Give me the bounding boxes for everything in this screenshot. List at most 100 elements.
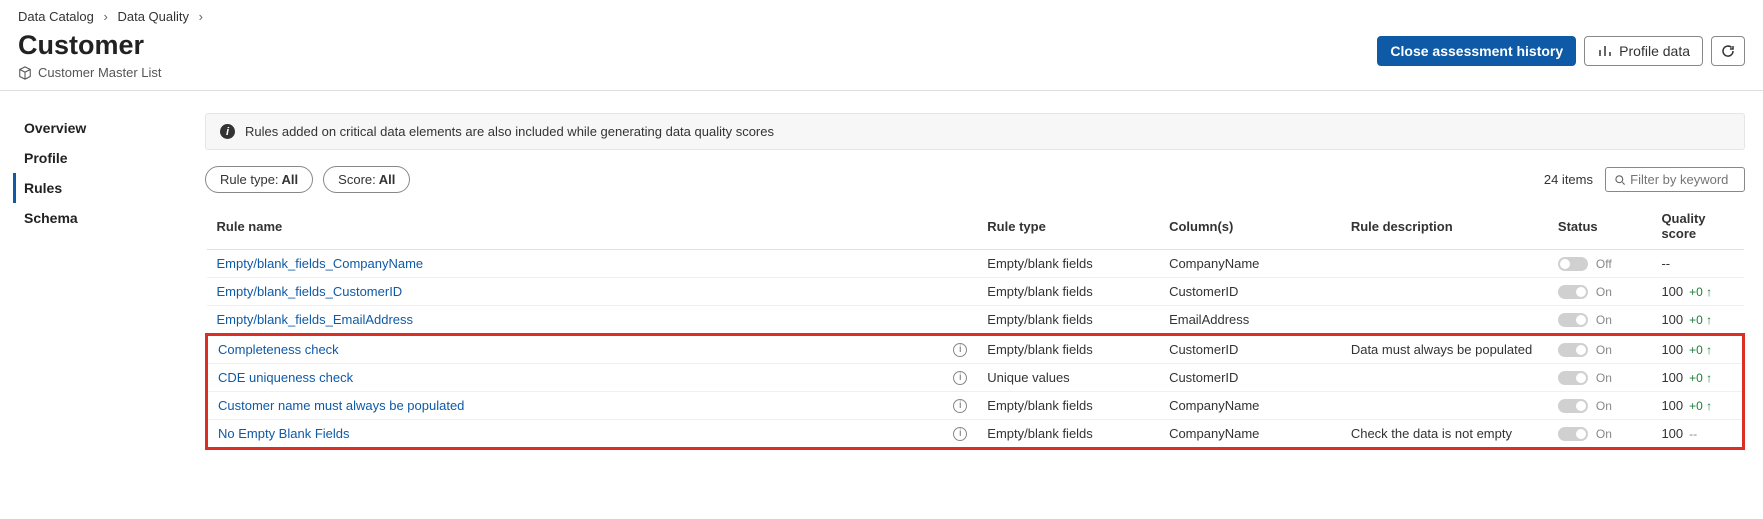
cube-icon	[18, 66, 32, 80]
subtitle: Customer Master List	[38, 65, 162, 80]
nav-item-schema[interactable]: Schema	[24, 203, 205, 233]
col-header-score[interactable]: Quality score	[1651, 203, 1743, 250]
info-bar: i Rules added on critical data elements …	[205, 113, 1745, 150]
score-value: 100	[1661, 370, 1683, 385]
rule-name-link[interactable]: Completeness check	[218, 342, 339, 357]
filter-score-value: All	[379, 172, 396, 187]
score-delta: +0 ↑	[1689, 399, 1712, 413]
rule-type-cell: Empty/blank fields	[977, 278, 1159, 306]
filter-rule-type[interactable]: Rule type: All	[205, 166, 313, 193]
rule-name-link[interactable]: Empty/blank_fields_CompanyName	[217, 256, 424, 271]
rule-name-link[interactable]: Empty/blank_fields_CustomerID	[217, 284, 403, 299]
score-delta: +0 ↑	[1689, 313, 1712, 327]
score-value: 100	[1661, 284, 1683, 299]
table-row: No Empty Blank Fields i Empty/blank fields…	[207, 420, 1744, 449]
score-delta: +0 ↑	[1689, 371, 1712, 385]
status-label: On	[1596, 343, 1612, 357]
description-cell: Data must always be populated	[1341, 335, 1548, 364]
rules-table: Rule name Rule type Column(s) Rule descr…	[205, 203, 1745, 450]
refresh-button[interactable]	[1711, 36, 1745, 66]
columns-cell: CustomerID	[1159, 364, 1341, 392]
status-toggle[interactable]	[1558, 343, 1588, 357]
status-label: On	[1596, 313, 1612, 327]
rule-name-link[interactable]: Empty/blank_fields_EmailAddress	[217, 312, 414, 327]
status-toggle[interactable]	[1558, 427, 1588, 441]
description-cell	[1341, 250, 1548, 278]
breadcrumb: Data Catalog › Data Quality ›	[0, 0, 1763, 24]
status-label: Off	[1596, 257, 1612, 271]
rule-type-cell: Empty/blank fields	[977, 335, 1159, 364]
status-toggle[interactable]	[1558, 313, 1588, 327]
profile-data-button[interactable]: Profile data	[1584, 36, 1703, 66]
status-label: On	[1596, 285, 1612, 299]
col-header-status[interactable]: Status	[1548, 203, 1652, 250]
col-header-description[interactable]: Rule description	[1341, 203, 1548, 250]
rule-name-link[interactable]: Customer name must always be populated	[218, 398, 464, 413]
rule-type-cell: Empty/blank fields	[977, 250, 1159, 278]
rule-type-cell: Empty/blank fields	[977, 306, 1159, 335]
columns-cell: CompanyName	[1159, 392, 1341, 420]
rule-type-cell: Empty/blank fields	[977, 420, 1159, 449]
close-assessment-history-button[interactable]: Close assessment history	[1377, 36, 1576, 66]
filter-score-label: Score:	[338, 172, 376, 187]
score-value: 100	[1661, 342, 1683, 357]
score-value: --	[1661, 256, 1670, 271]
filter-rule-type-label: Rule type:	[220, 172, 279, 187]
description-cell	[1341, 364, 1548, 392]
table-row: Empty/blank_fields_EmailAddress Empty/bla…	[207, 306, 1744, 335]
chevron-right-icon: ›	[199, 9, 203, 24]
info-icon[interactable]: i	[953, 371, 967, 385]
items-count: 24 items	[1544, 172, 1593, 187]
search-input[interactable]	[1630, 172, 1736, 187]
status-label: On	[1596, 427, 1612, 441]
search-box[interactable]	[1605, 167, 1745, 192]
description-cell	[1341, 392, 1548, 420]
col-header-name[interactable]: Rule name	[207, 203, 978, 250]
status-label: On	[1596, 399, 1612, 413]
breadcrumb-item[interactable]: Data Quality	[117, 9, 189, 24]
status-toggle[interactable]	[1558, 371, 1588, 385]
rule-name-link[interactable]: CDE uniqueness check	[218, 370, 353, 385]
nav-item-rules[interactable]: Rules	[13, 173, 205, 203]
col-header-type[interactable]: Rule type	[977, 203, 1159, 250]
refresh-icon	[1720, 43, 1736, 59]
filter-score[interactable]: Score: All	[323, 166, 410, 193]
info-icon[interactable]: i	[953, 427, 967, 441]
table-row: Empty/blank_fields_CustomerID Empty/blank…	[207, 278, 1744, 306]
nav-item-profile[interactable]: Profile	[24, 143, 205, 173]
columns-cell: EmailAddress	[1159, 306, 1341, 335]
table-row: Customer name must always be populated iE…	[207, 392, 1744, 420]
table-row: Empty/blank_fields_CompanyName Empty/blan…	[207, 250, 1744, 278]
score-value: 100	[1661, 426, 1683, 441]
info-bar-text: Rules added on critical data elements ar…	[245, 124, 774, 139]
chevron-right-icon: ›	[104, 9, 108, 24]
columns-cell: CustomerID	[1159, 335, 1341, 364]
breadcrumb-item[interactable]: Data Catalog	[18, 9, 94, 24]
info-icon: i	[220, 124, 235, 139]
rule-type-cell: Empty/blank fields	[977, 392, 1159, 420]
score-delta: +0 ↑	[1689, 285, 1712, 299]
description-cell	[1341, 278, 1548, 306]
table-row: CDE uniqueness check i Unique valuesCustom…	[207, 364, 1744, 392]
score-delta: +0 ↑	[1689, 343, 1712, 357]
info-icon[interactable]: i	[953, 343, 967, 357]
score-value: 100	[1661, 398, 1683, 413]
columns-cell: CustomerID	[1159, 278, 1341, 306]
page-title: Customer	[18, 30, 162, 61]
search-icon	[1614, 173, 1626, 187]
description-cell: Check the data is not empty	[1341, 420, 1548, 449]
status-toggle[interactable]	[1558, 257, 1588, 271]
columns-cell: CompanyName	[1159, 250, 1341, 278]
status-toggle[interactable]	[1558, 399, 1588, 413]
rule-type-cell: Unique values	[977, 364, 1159, 392]
info-icon[interactable]: i	[953, 399, 967, 413]
nav-item-overview[interactable]: Overview	[24, 113, 205, 143]
status-toggle[interactable]	[1558, 285, 1588, 299]
col-header-columns[interactable]: Column(s)	[1159, 203, 1341, 250]
score-delta: --	[1689, 427, 1697, 441]
table-row: Completeness check i Empty/blank fieldsCus…	[207, 335, 1744, 364]
rule-name-link[interactable]: No Empty Blank Fields	[218, 426, 350, 441]
columns-cell: CompanyName	[1159, 420, 1341, 449]
profile-data-label: Profile data	[1619, 43, 1690, 59]
filter-rule-type-value: All	[282, 172, 299, 187]
